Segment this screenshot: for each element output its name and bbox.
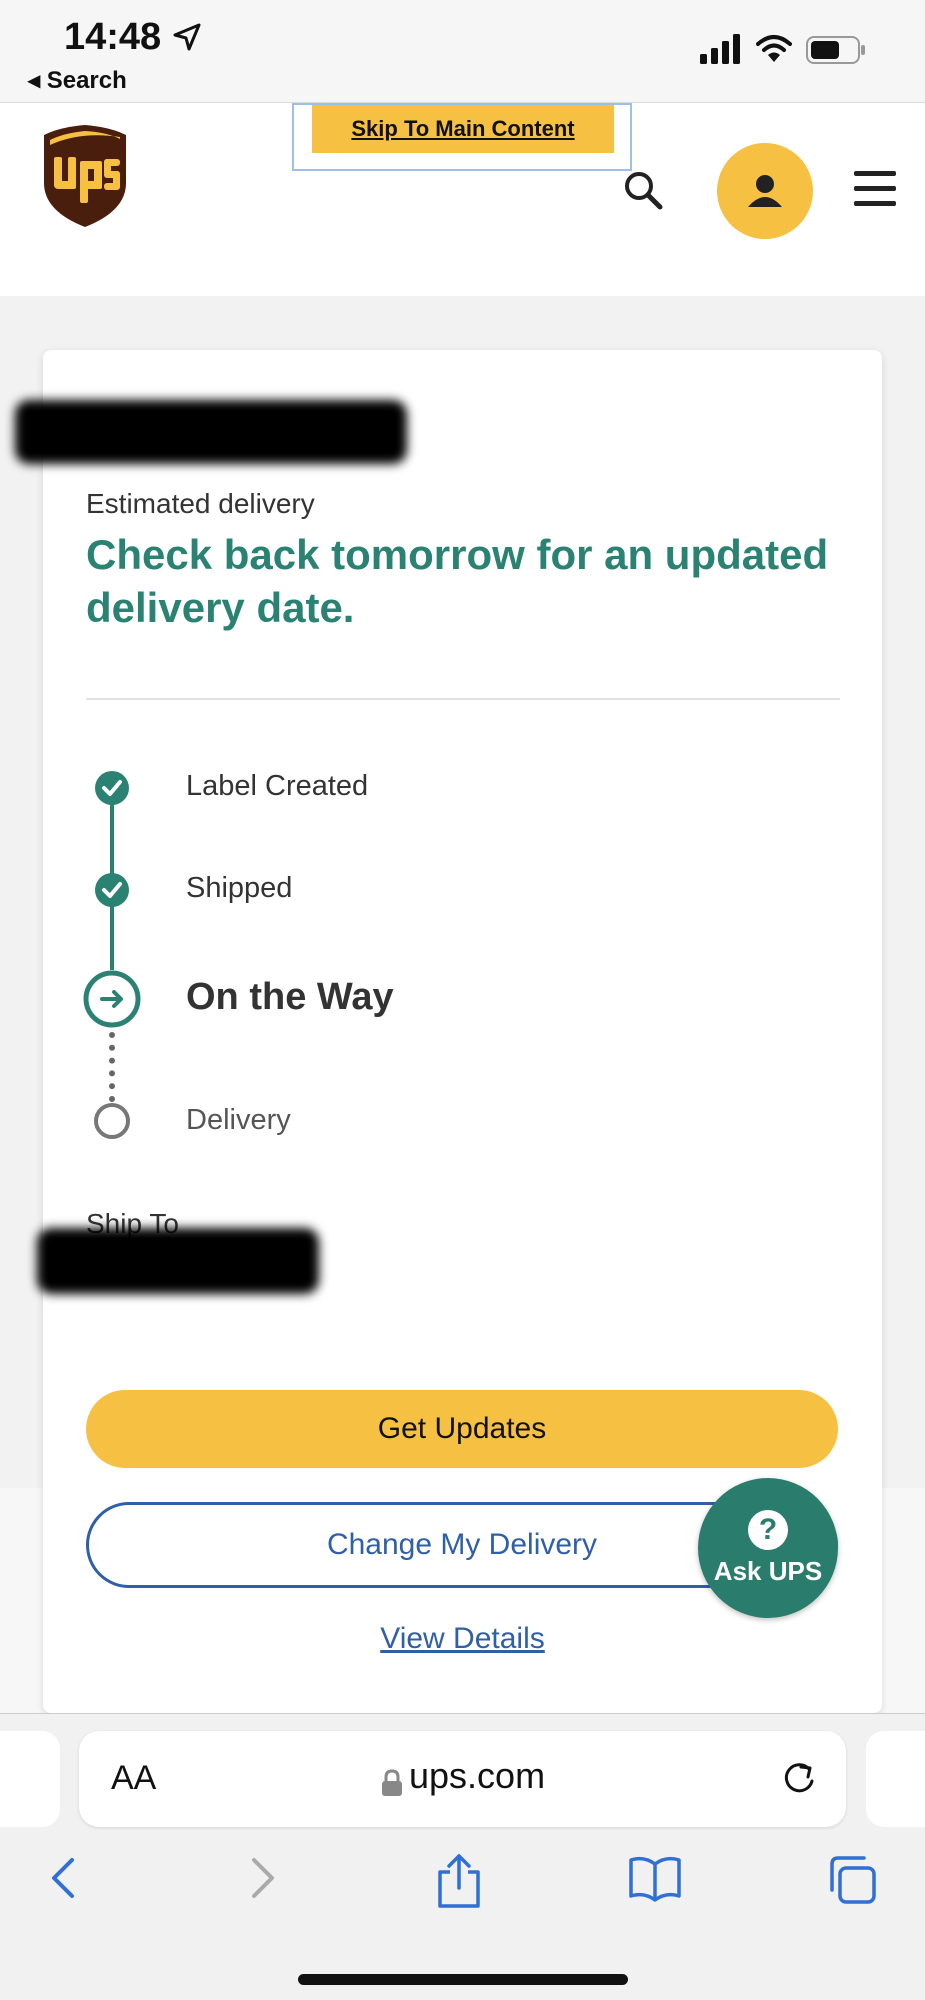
skip-to-main-content-link[interactable]: Skip To Main Content — [312, 105, 614, 153]
check-circle-icon — [95, 873, 129, 907]
bookmarks-icon[interactable] — [628, 1854, 682, 1902]
browser-nav-row — [0, 1854, 925, 1924]
location-arrow-icon — [173, 23, 201, 51]
site-header: Skip To Main Content — [0, 102, 925, 252]
previous-tab-preview[interactable] — [0, 1731, 60, 1827]
url-text[interactable]: ups.com — [409, 1755, 545, 1797]
search-icon[interactable] — [622, 169, 666, 213]
back-icon[interactable] — [46, 1854, 80, 1902]
browser-toolbar: AA ups.com — [0, 1713, 925, 2000]
home-indicator — [298, 1974, 628, 1985]
redacted-tracking-number — [15, 400, 407, 464]
step-label-current: On the Way — [186, 976, 394, 1018]
arrow-right-circle-icon — [83, 970, 141, 1028]
progress-line-pending — [109, 1032, 115, 1102]
ups-logo[interactable] — [40, 123, 130, 231]
ask-ups-button[interactable]: ? Ask UPS — [698, 1478, 838, 1618]
step-label: Shipped — [186, 872, 293, 904]
account-button[interactable] — [717, 143, 813, 239]
forward-icon[interactable] — [246, 1854, 280, 1902]
cellular-signal-icon — [700, 34, 740, 64]
user-icon — [748, 175, 782, 207]
estimated-delivery-label: Estimated delivery — [86, 488, 315, 519]
tabs-icon[interactable] — [826, 1854, 878, 1906]
status-bar: 14:48 ◂ Search — [0, 0, 925, 102]
step-label: Label Created — [186, 770, 369, 802]
skip-link-container: Skip To Main Content — [292, 103, 632, 171]
address-bar[interactable]: AA ups.com — [79, 1731, 846, 1827]
redacted-ship-to-address — [37, 1228, 319, 1294]
step-label: Delivery — [186, 1104, 291, 1136]
get-updates-button[interactable]: Get Updates — [86, 1390, 838, 1468]
status-time: 14:48 — [64, 16, 162, 58]
back-to-search-link[interactable]: ◂ Search — [28, 66, 127, 95]
estimated-delivery-value: Check back tomorrow for an updated deliv… — [86, 531, 829, 631]
battery-icon — [806, 36, 865, 64]
lock-icon — [382, 1769, 402, 1796]
text-size-button[interactable]: AA — [111, 1759, 156, 1798]
share-icon[interactable] — [436, 1854, 482, 1908]
reload-icon[interactable] — [779, 1759, 819, 1799]
check-circle-icon — [95, 771, 129, 805]
wifi-icon — [756, 35, 792, 62]
divider — [86, 698, 840, 700]
header-spacer — [0, 252, 925, 296]
hamburger-menu-icon[interactable] — [854, 171, 896, 207]
question-icon: ? — [748, 1509, 788, 1550]
ask-ups-label: Ask UPS — [713, 1555, 823, 1586]
empty-circle-icon — [94, 1103, 130, 1139]
view-details-link[interactable]: View Details — [43, 1622, 882, 1656]
next-tab-preview[interactable] — [866, 1731, 925, 1827]
progress-line — [110, 794, 114, 874]
